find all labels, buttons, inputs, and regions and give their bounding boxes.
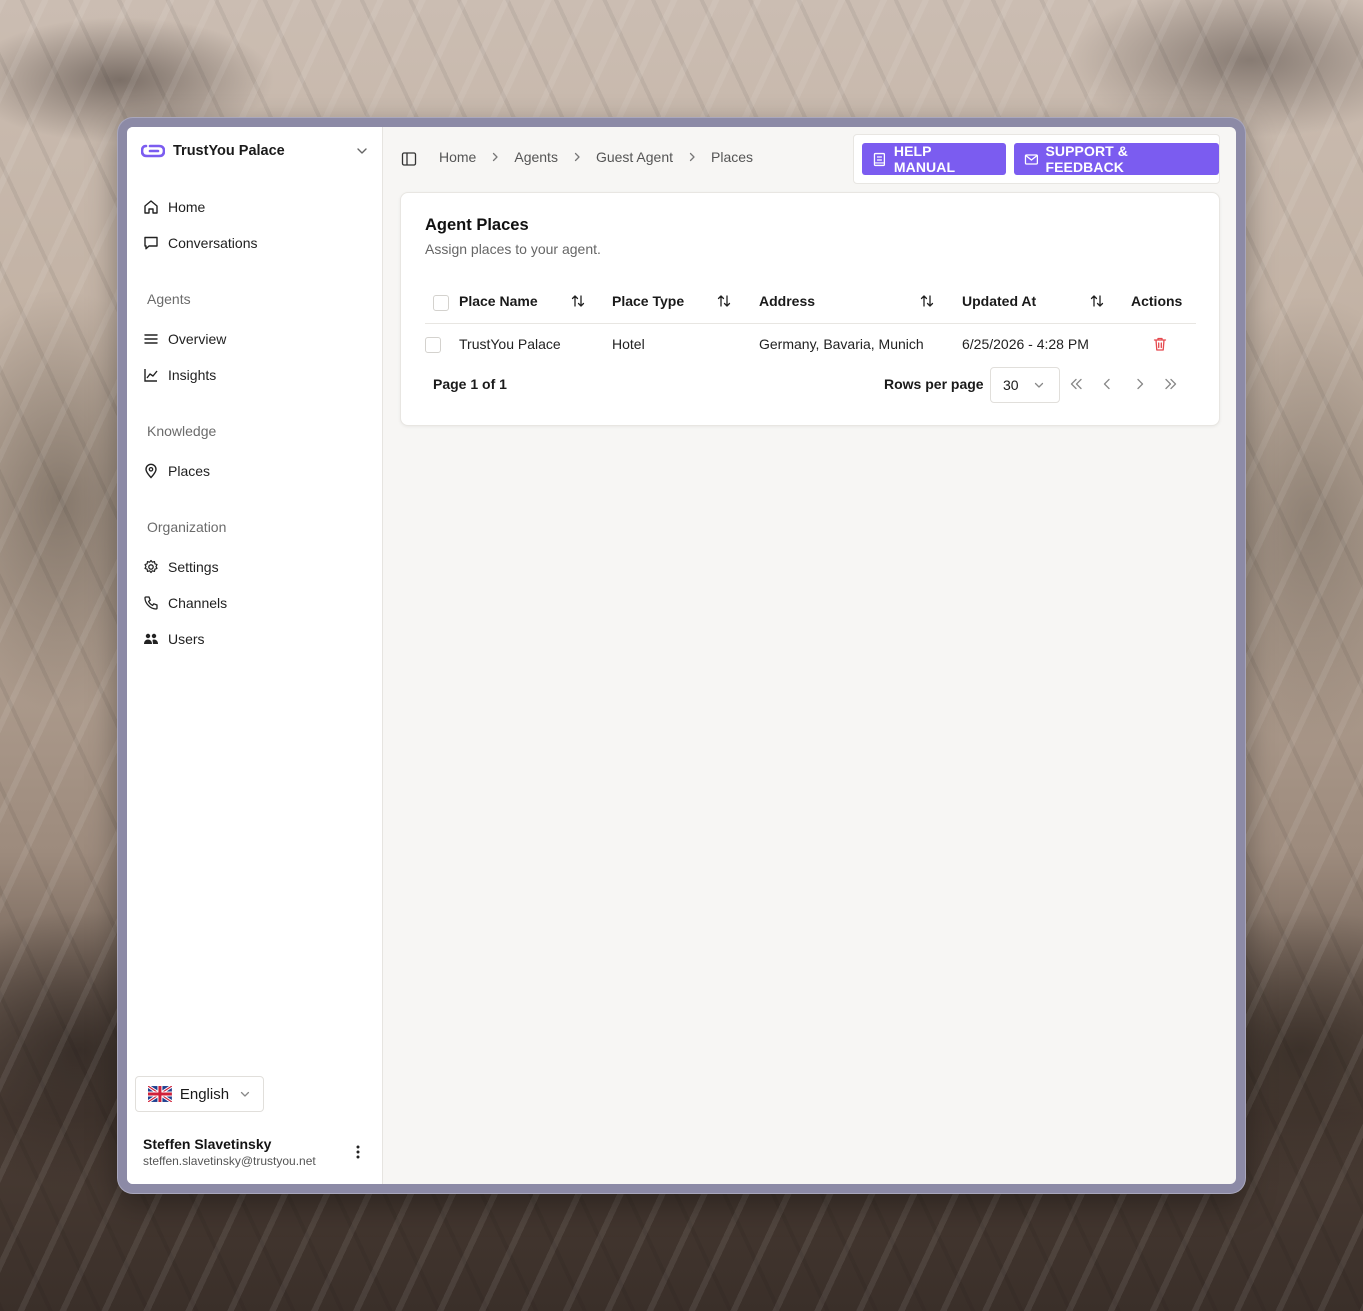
sidebar-item-conversations[interactable]: Conversations — [143, 229, 367, 257]
chevron-right-icon[interactable] — [1132, 376, 1148, 392]
breadcrumb-places: Places — [711, 149, 754, 165]
agent-places-card: Agent Places Assign places to your agent… — [400, 192, 1220, 426]
table-divider — [425, 323, 1196, 324]
trustyou-logo-icon — [141, 144, 165, 158]
sidebar-item-label: Users — [168, 631, 205, 647]
trash-icon[interactable] — [1152, 336, 1168, 352]
user-email: steffen.slavetinsky@trustyou.net — [143, 1154, 316, 1168]
sidebar-item-label: Conversations — [168, 235, 258, 251]
map-pin-icon — [145, 463, 157, 479]
support-feedback-button[interactable]: SUPPORT & FEEDBACK — [1013, 143, 1219, 175]
rows-per-page-value: 30 — [1003, 377, 1019, 393]
select-all-checkbox[interactable] — [433, 295, 449, 311]
sidebar-item-overview[interactable]: Overview — [143, 325, 367, 353]
user-menu-button[interactable] — [349, 1143, 367, 1161]
rows-per-page-select[interactable]: 30 — [990, 367, 1060, 403]
support-feedback-label: SUPPORT & FEEDBACK — [1045, 143, 1129, 175]
column-header-address: Address — [759, 293, 816, 309]
nav-group-agents: Agents — [147, 291, 191, 307]
phone-icon — [144, 596, 158, 610]
chevron-right-icon — [689, 152, 695, 162]
column-header-place-type: Place Type — [612, 293, 685, 309]
home-icon — [144, 200, 158, 214]
sort-icon[interactable] — [919, 293, 935, 309]
cell-place-name: TrustYou Palace — [459, 336, 561, 352]
breadcrumb-home[interactable]: Home — [439, 149, 476, 165]
card-title: Agent Places — [425, 216, 529, 234]
cell-place-type: Hotel — [612, 336, 645, 352]
last-page-icon[interactable] — [1163, 376, 1179, 392]
chat-bubble-icon — [144, 236, 158, 250]
org-name: TrustYou Palace — [173, 143, 285, 159]
help-manual-button[interactable]: HELP MANUAL — [862, 143, 1006, 175]
users-icon — [144, 633, 158, 644]
chevron-left-icon[interactable] — [1099, 376, 1115, 392]
uk-flag-icon — [148, 1086, 172, 1102]
book-icon — [873, 152, 886, 166]
language-label: English — [179, 1085, 230, 1103]
breadcrumb-guest-agent[interactable]: Guest Agent — [596, 149, 673, 165]
chevron-right-icon — [574, 152, 580, 162]
sidebar-item-users[interactable]: Users — [143, 625, 367, 653]
app-window: TrustYou Palace Home Conversations Agent… — [127, 127, 1236, 1184]
sidebar-item-label: Settings — [168, 559, 219, 575]
sidebar-item-label: Channels — [168, 595, 228, 611]
sort-icon[interactable] — [716, 293, 732, 309]
org-switcher[interactable]: TrustYou Palace — [141, 139, 369, 163]
first-page-icon[interactable] — [1068, 376, 1084, 392]
breadcrumb-agents[interactable]: Agents — [514, 149, 558, 165]
chevron-down-icon — [1034, 382, 1043, 388]
sidebar-item-label: Insights — [168, 367, 217, 383]
user-profile: Steffen Slavetinsky steffen.slavetinsky@… — [143, 1136, 316, 1168]
sidebar-item-label: Overview — [168, 331, 227, 347]
column-header-updated-at: Updated At — [962, 293, 1037, 309]
sort-icon[interactable] — [570, 293, 586, 309]
main-content: Home Agents Guest Agent Places HELP MANU… — [383, 127, 1236, 1184]
page-info: Page 1 of 1 — [433, 376, 507, 392]
chevron-right-icon — [493, 152, 499, 162]
chevron-down-icon — [240, 1091, 250, 1097]
sidebar-item-channels[interactable]: Channels — [143, 589, 367, 617]
help-manual-label: HELP MANUAL — [893, 143, 956, 175]
sidebar-item-label: Places — [168, 463, 211, 479]
column-header-place-name: Place Name — [459, 293, 538, 309]
cell-updated-at: 6/25/2026 - 4:28 PM — [962, 336, 1089, 352]
sort-icon[interactable] — [1089, 293, 1105, 309]
mail-icon — [1024, 153, 1038, 165]
breadcrumb: Home Agents Guest Agent Places — [439, 149, 753, 165]
line-chart-icon — [144, 369, 158, 382]
user-name: Steffen Slavetinsky — [143, 1136, 272, 1152]
language-select[interactable]: English — [135, 1076, 264, 1112]
sidebar: TrustYou Palace Home Conversations Agent… — [127, 127, 383, 1184]
sidebar-item-places[interactable]: Places — [143, 457, 367, 485]
header-actions: HELP MANUAL SUPPORT & FEEDBACK — [853, 134, 1220, 184]
sidebar-item-label: Home — [168, 199, 206, 215]
chevron-down-icon — [357, 148, 367, 154]
nav-group-knowledge: Knowledge — [147, 423, 217, 439]
rows-per-page-label: Rows per page — [884, 376, 984, 392]
gear-icon — [144, 559, 158, 574]
column-header-actions: Actions — [1131, 293, 1183, 309]
cell-address: Germany, Bavaria, Munich — [759, 336, 924, 352]
row-checkbox[interactable] — [425, 337, 441, 353]
card-description: Assign places to your agent. — [425, 241, 601, 257]
sidebar-item-settings[interactable]: Settings — [143, 553, 367, 581]
more-vertical-icon — [356, 1145, 360, 1159]
sidebar-toggle-icon[interactable] — [401, 151, 417, 167]
nav-group-organization: Organization — [147, 519, 227, 535]
list-icon — [144, 334, 158, 344]
sidebar-item-insights[interactable]: Insights — [143, 361, 367, 389]
sidebar-item-home[interactable]: Home — [143, 193, 367, 221]
